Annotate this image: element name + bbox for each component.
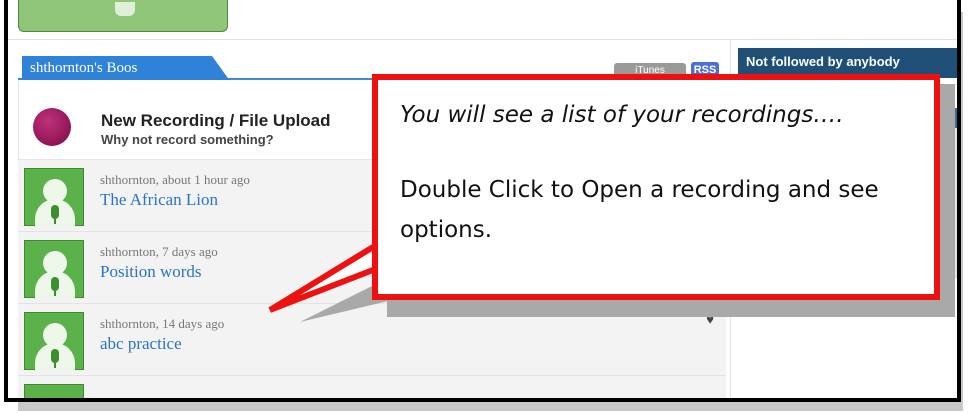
recording-title-link[interactable]: The African Lion [100,190,218,210]
user-avatar-icon [24,168,84,227]
recording-meta: shthornton, 7 days ago [100,244,218,259]
callout-box: You will see a list of your recordings….… [372,74,940,300]
upload-title: New Recording / File Upload [101,111,331,130]
microphone-icon [115,2,135,16]
top-header [8,0,957,40]
upload-subtitle: Why not record something? [101,132,274,147]
record-icon [33,108,71,146]
profile-avatar[interactable] [18,0,228,32]
recording-title-link[interactable]: abc practice [100,334,182,354]
user-avatar-icon [24,384,84,398]
user-avatar-icon [24,240,84,299]
recording-meta: shthornton, 14 days ago [100,316,225,331]
callout-heading: You will see a list of your recordings…. [400,102,844,128]
tab-boos[interactable]: shthornton's Boos [22,56,230,81]
recording-title-link[interactable]: Position words [100,262,202,282]
callout-instructions: Double Click to Open a recording and see… [400,177,879,243]
list-item[interactable] [18,376,726,398]
recording-meta: shthornton, about 1 hour ago [100,172,250,187]
user-avatar-icon [24,312,84,371]
